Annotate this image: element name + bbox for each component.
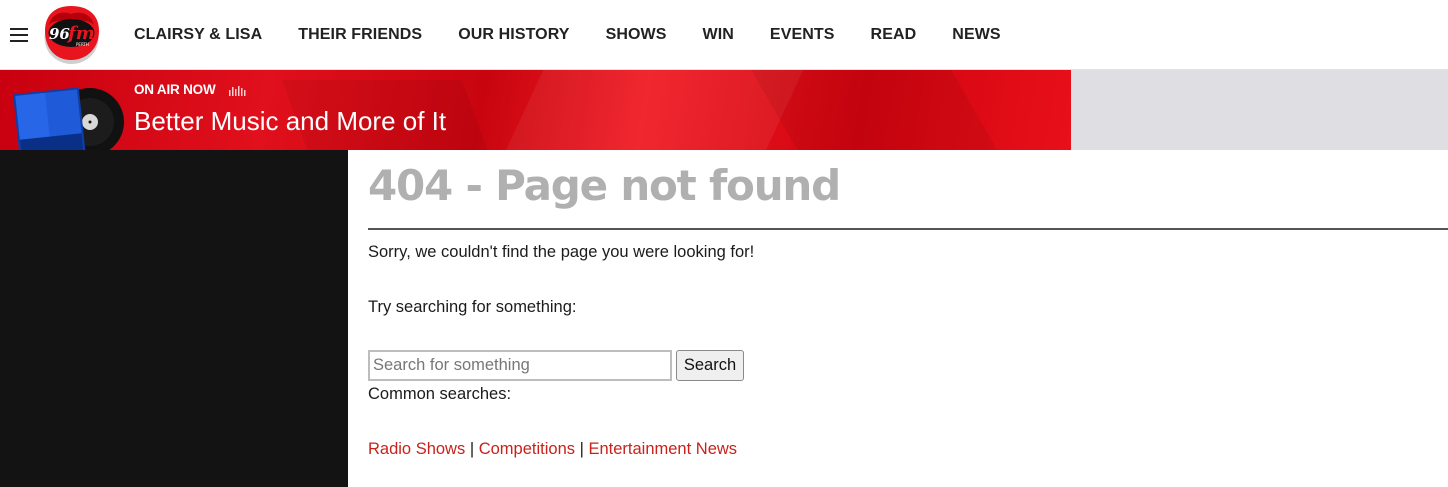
site-header: 96 fm PERTH CLAIRSY & LISA THEIR FRIENDS…: [0, 0, 1448, 70]
main-content: 404 - Page not found Sorry, we couldn't …: [368, 150, 1448, 459]
link-competitions[interactable]: Competitions: [479, 440, 575, 458]
left-panel: [0, 150, 348, 487]
nav-clairsy-lisa[interactable]: CLAIRSY & LISA: [134, 26, 262, 44]
logo-icon: 96 fm PERTH: [44, 6, 99, 64]
nav-news[interactable]: NEWS: [952, 26, 1000, 44]
nav-win[interactable]: WIN: [703, 26, 734, 44]
banner-side-panel: [1071, 70, 1448, 150]
search-form: Search: [368, 349, 1448, 381]
nav-their-friends[interactable]: THEIR FRIENDS: [298, 26, 422, 44]
nav-our-history[interactable]: OUR HISTORY: [458, 26, 569, 44]
main-nav: CLAIRSY & LISA THEIR FRIENDS OUR HISTORY…: [134, 0, 1037, 70]
not-found-message: Sorry, we couldn't find the page you wer…: [368, 243, 755, 261]
page-title: 404 - Page not found: [368, 161, 841, 210]
link-entertainment-news[interactable]: Entertainment News: [588, 440, 737, 458]
common-searches-label: Common searches:: [368, 385, 512, 403]
link-separator: |: [469, 440, 479, 458]
common-searches-links: Radio Shows | Competitions | Entertainme…: [368, 440, 1448, 459]
divider: [368, 228, 1448, 230]
equalizer-icon: [229, 86, 246, 96]
search-button[interactable]: Search: [676, 349, 744, 381]
svg-text:PERTH: PERTH: [76, 42, 89, 47]
on-air-banner[interactable]: ON AIR NOW Better Music and More of It: [0, 70, 1071, 150]
album-art-icon: [13, 87, 124, 150]
search-prompt: Try searching for something:: [368, 298, 577, 316]
svg-text:fm: fm: [66, 23, 95, 44]
on-air-show-title: Better Music and More of It: [134, 106, 447, 136]
nav-events[interactable]: EVENTS: [770, 26, 835, 44]
nav-read[interactable]: READ: [871, 26, 917, 44]
search-input[interactable]: [368, 349, 672, 381]
on-air-label: ON AIR NOW: [134, 82, 216, 97]
site-logo[interactable]: 96 fm PERTH: [43, 5, 100, 65]
nav-shows[interactable]: SHOWS: [606, 26, 667, 44]
link-radio-shows[interactable]: Radio Shows: [368, 440, 465, 458]
menu-icon[interactable]: [10, 28, 28, 42]
